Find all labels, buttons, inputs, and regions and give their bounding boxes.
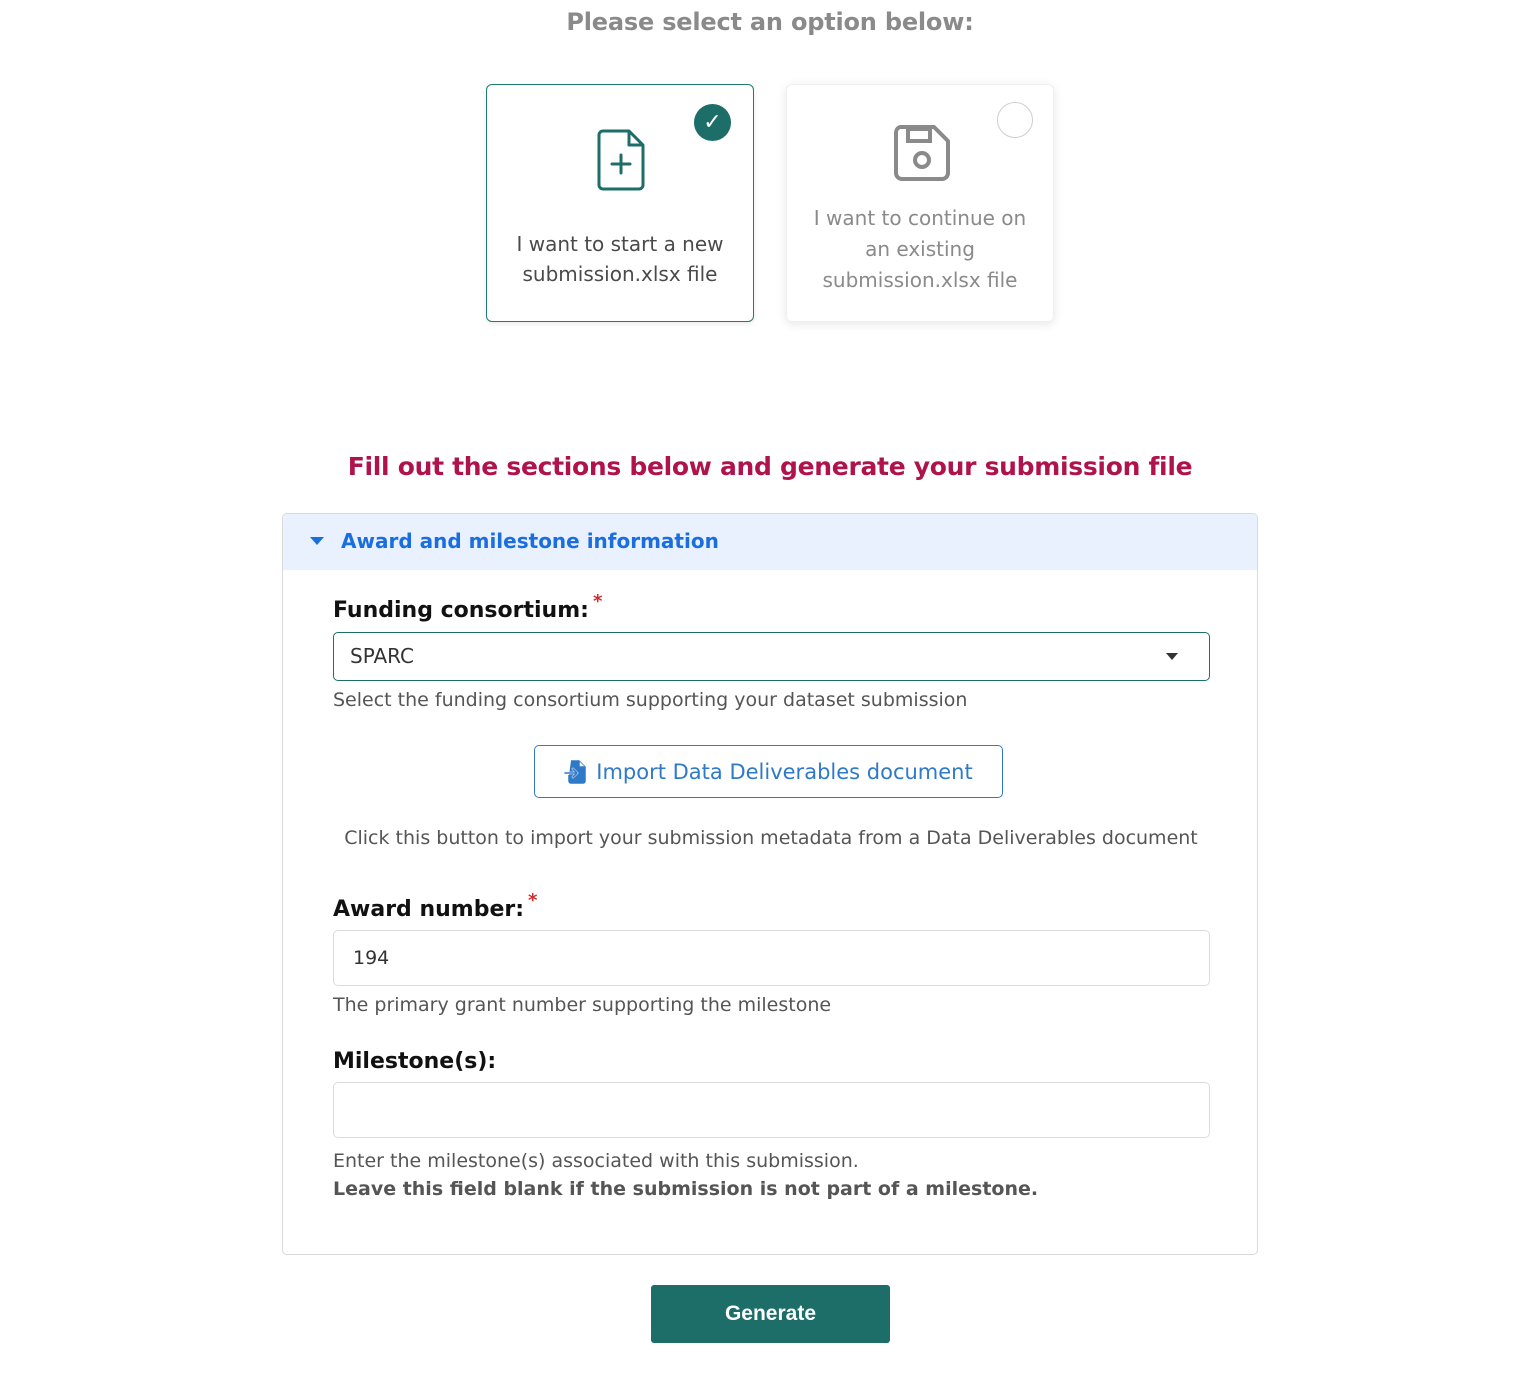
- option-label-existing: I want to continue on an existing submis…: [813, 206, 1027, 292]
- option-prompt: Please select an option below:: [566, 8, 974, 36]
- submission-page: Please select an option below: ✓ I want …: [0, 0, 1514, 1385]
- floppy-disk-icon: [894, 125, 950, 185]
- radio-circle-icon: [997, 102, 1033, 138]
- checkmark-icon: ✓: [694, 104, 731, 141]
- required-marker: *: [592, 591, 603, 612]
- award-number-help: The primary grant number supporting the …: [333, 994, 832, 1016]
- award-milestone-panel: Award and milestone information Funding …: [282, 513, 1258, 1255]
- award-number-label-text: Award number:: [333, 897, 525, 922]
- import-help: Click this button to import your submiss…: [344, 827, 1198, 849]
- funding-consortium-value: SPARC: [350, 644, 415, 668]
- section-heading: Fill out the sections below and generate…: [347, 452, 1193, 481]
- funding-consortium-label: Funding consortium: *: [333, 591, 602, 623]
- milestone-input[interactable]: [333, 1082, 1210, 1138]
- option-card-new-submission[interactable]: ✓ I want to start a new submission.xlsx …: [486, 84, 754, 322]
- option-card-existing-submission[interactable]: I want to continue on an existing submis…: [786, 84, 1054, 322]
- file-import-icon: [564, 759, 587, 784]
- funding-consortium-help: Select the funding consortium supporting…: [333, 689, 968, 711]
- panel-title: Award and milestone information: [341, 529, 719, 553]
- milestone-help: Enter the milestone(s) associated with t…: [333, 1150, 859, 1172]
- caret-down-icon: [310, 537, 324, 545]
- import-button-label: Import Data Deliverables document: [596, 759, 973, 784]
- generate-button[interactable]: Generate: [651, 1285, 890, 1343]
- panel-header-toggle[interactable]: Award and milestone information: [283, 514, 1257, 570]
- award-number-label: Award number: *: [333, 890, 537, 922]
- dropdown-caret-icon: [1166, 653, 1178, 660]
- award-number-input[interactable]: [333, 930, 1210, 986]
- milestone-label: Milestone(s):: [333, 1049, 497, 1074]
- required-marker: *: [528, 890, 538, 911]
- funding-consortium-label-text: Funding consortium:: [333, 598, 589, 623]
- funding-consortium-select[interactable]: SPARC: [333, 632, 1210, 681]
- file-plus-icon: [597, 129, 645, 195]
- milestone-note: Leave this field blank if the submission…: [333, 1178, 1039, 1200]
- option-label-new: I want to start a new submission.xlsx fi…: [516, 232, 724, 286]
- import-data-deliverables-button[interactable]: Import Data Deliverables document: [534, 745, 1003, 798]
